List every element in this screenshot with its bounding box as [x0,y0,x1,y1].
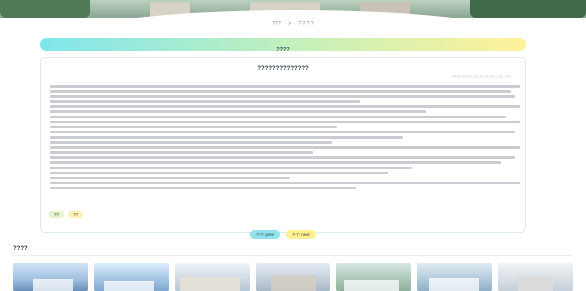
text-line [50,85,520,88]
next-article-button[interactable]: ?-?: next [286,230,316,239]
text-line [50,186,356,190]
notice-header-bar: ???? [40,38,526,53]
hot-articles-thumbnails [13,263,574,291]
thumbnail-campus-building[interactable] [255,263,331,291]
text-line [50,141,332,144]
text-line [50,151,314,154]
thumbnail-campus-building[interactable] [336,263,412,291]
thumbnail-campus-building[interactable] [93,263,169,291]
text-line [50,105,520,108]
text-line [50,110,426,114]
text-line [50,125,337,129]
tag-item[interactable]: ?? [68,211,84,218]
article-paragraph [50,156,520,170]
notice-title: ???? [276,47,290,53]
thumbnail-campus-building[interactable] [13,263,88,291]
text-line [50,90,511,93]
text-line [50,156,516,159]
tag-item[interactable]: ?? [49,211,65,218]
article-paragraph [50,141,520,154]
top-banner-image [0,0,586,18]
thumbnail-campus-building[interactable] [498,263,574,291]
hot-articles-title: ???? [13,246,28,252]
article-paragraph [50,105,520,114]
text-line [50,166,412,170]
divider [13,255,573,256]
article-pagination: ?-?: prev ?-?: next [41,230,525,239]
article-paragraph [50,181,520,190]
text-line [50,171,389,175]
article-paragraph [50,85,520,103]
article-paragraph [50,171,520,180]
text-line [50,130,516,134]
article-meta: ????: ????-??-?? ??:?? | ??: ??? [451,74,511,79]
thumbnail-campus-building[interactable] [417,263,493,291]
thumbnail-campus-building[interactable] [174,263,250,291]
tag-list: ?? ?? [49,211,84,218]
banner-tree [470,0,586,18]
breadcrumb-home[interactable]: ??? [272,21,280,27]
banner-tree [0,0,90,18]
article-body [50,85,520,192]
prev-article-button[interactable]: ?-?: prev [250,230,281,239]
text-line [50,135,403,139]
text-line [50,181,520,185]
text-line [50,176,290,180]
text-line [50,146,520,149]
breadcrumb: ??? > ? ? ? ? [0,21,586,27]
text-line [50,120,520,124]
text-line [50,95,516,98]
article-paragraph [50,130,520,139]
article-card: ?????????????? ????: ????-??-?? ??:?? | … [40,57,526,239]
text-line [50,115,506,119]
text-line [50,100,361,103]
breadcrumb-current[interactable]: ? ? ? ? [298,21,313,27]
article-title: ?????????????? [257,66,309,72]
article-paragraph [50,115,520,129]
text-line [50,161,502,164]
breadcrumb-separator: > [288,21,291,27]
